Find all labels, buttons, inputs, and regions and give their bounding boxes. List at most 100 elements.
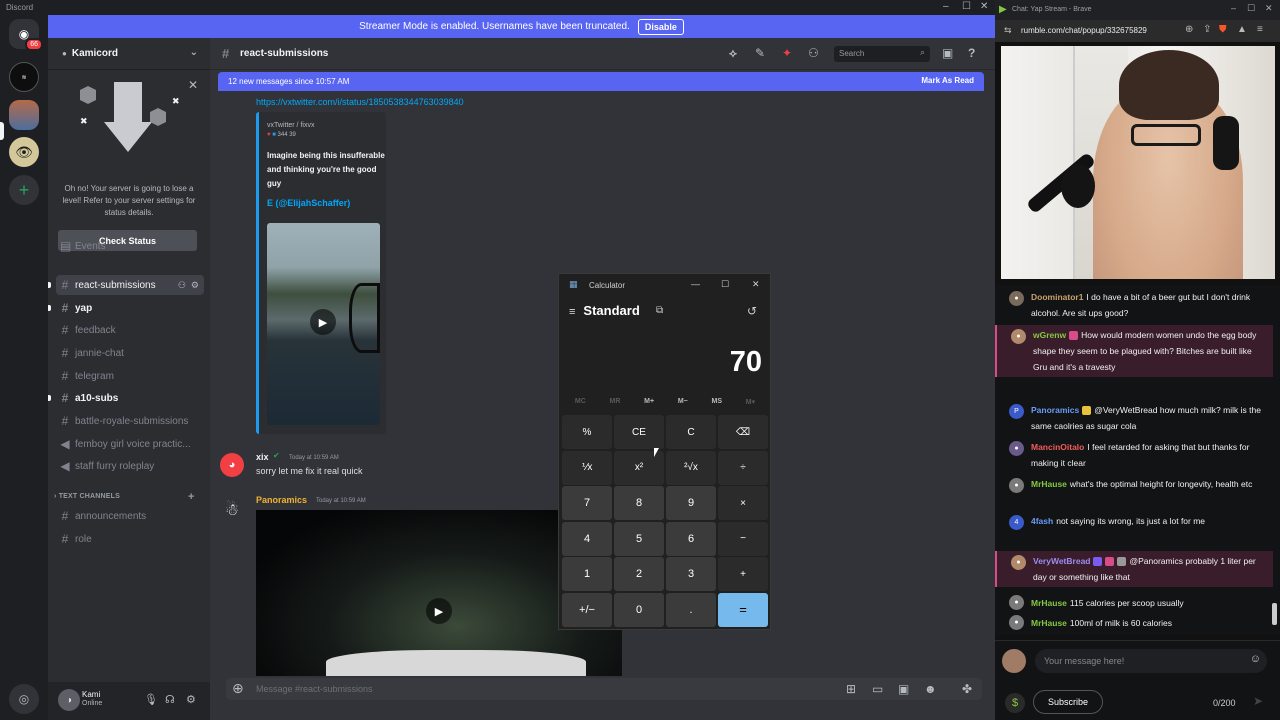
channel-react-submissions[interactable]: # react-submissions ⚇ ⚙ [56,275,204,295]
embed-handle[interactable]: E (@ElijahSchaffer) [267,198,350,208]
minimize-icon[interactable]: – [1231,3,1236,13]
avatar[interactable]: ● [1009,441,1024,456]
address-bar[interactable]: ⇆ rumble.com/chat/popup/332675829 ⊕ ⇪ ⛊ … [995,20,1280,42]
channel-feedback[interactable]: # feedback [56,320,204,340]
reciprocal-button[interactable]: ⅟x [562,450,612,485]
help-icon[interactable]: ? [968,46,975,60]
chat-username[interactable]: Doominator1 [1031,292,1083,302]
digit-5-button[interactable]: 5 [614,521,664,556]
avatar[interactable]: P [1009,404,1024,419]
memory-list-button[interactable]: M▾ [746,398,755,406]
chat-username[interactable]: MrHause [1031,479,1067,489]
settings-gear-icon[interactable]: ⚙ [186,693,196,706]
square-root-button[interactable]: ²√x [666,450,716,485]
avatar[interactable]: ● [1011,329,1026,344]
emoji-icon[interactable]: ☺ [1250,653,1261,665]
menu-icon[interactable]: ≡ [1257,24,1263,35]
maximize-icon[interactable]: ☐ [1247,3,1255,14]
channel-battle-royale[interactable]: # battle-royale-submissions [56,411,204,431]
channel-jannie-chat[interactable]: # jannie-chat [56,343,204,363]
channel-role[interactable]: # role [56,529,204,549]
sticker-icon[interactable]: ▣ [898,682,909,696]
message-author[interactable]: xix [256,452,269,462]
subtract-button[interactable]: − [718,521,768,556]
chat-username[interactable]: Panoramics [1031,405,1079,415]
avatar[interactable]: ● [1009,615,1024,630]
notification-bell-icon[interactable]: ✎ [755,46,765,60]
message-input[interactable]: ⊕ Message #react-submissions ⊞ ▭ ▣ ☻ ✤ [226,678,982,700]
channel-announcements[interactable]: # announcements [56,506,204,526]
memory-clear-button[interactable]: MC [575,398,586,406]
gear-icon[interactable]: ⚙ [191,280,199,291]
send-icon[interactable]: ➤ [1253,694,1263,708]
inbox-icon[interactable]: ▣ [942,46,953,60]
backspace-button[interactable]: ⌫ [718,415,768,449]
headphones-icon[interactable]: ☊ [165,693,175,706]
zoom-icon[interactable]: ⊕ [1185,24,1193,35]
add-member-icon[interactable]: ⚇ [178,280,186,291]
close-icon[interactable]: ✕ [752,279,760,290]
digit-6-button[interactable]: 6 [666,521,716,556]
history-icon[interactable]: ↺ [747,304,757,318]
brave-shield-icon[interactable]: ⛊ [1219,24,1227,35]
microphone-icon[interactable]: 🎙 [144,693,158,706]
voice-channel-staff[interactable]: ◀ staff furry roleplay [56,456,204,476]
create-channel-icon[interactable]: + [188,491,195,503]
gift-icon[interactable]: ⊞ [846,682,856,696]
chat-username[interactable]: MancinOitalo [1031,442,1084,452]
apps-icon[interactable]: ✤ [962,682,972,696]
clear-entry-button[interactable]: CE [614,415,664,449]
digit-3-button[interactable]: 3 [666,557,716,591]
close-icon[interactable]: ✕ [1265,3,1273,14]
add-button[interactable]: + [718,557,768,591]
digit-4-button[interactable]: 4 [562,521,612,556]
digit-1-button[interactable]: 1 [562,557,612,591]
play-icon[interactable]: ▶ [310,309,336,335]
memory-store-button[interactable]: MS [712,398,723,406]
digit-8-button[interactable]: 8 [614,486,664,520]
clear-button[interactable]: C [666,415,716,449]
chat-scrollbar[interactable] [1272,603,1277,625]
pin-icon[interactable]: ✦ [782,46,792,60]
channel-a10-subs[interactable]: # a10-subs [56,388,204,408]
server-icon-kamicord[interactable] [9,100,39,130]
memory-add-button[interactable]: M+ [644,398,654,406]
add-server-icon[interactable]: + [9,175,39,205]
avatar[interactable]: ◕ [220,453,244,477]
server-icon-eye[interactable]: 👁 [9,137,39,167]
hamburger-icon[interactable]: ≡ [569,306,575,318]
channel-yap[interactable]: # yap [56,298,204,318]
url-text[interactable]: rumble.com/chat/popup/332675829 [1021,26,1147,35]
avatar[interactable]: ● [1009,478,1024,493]
embed-video[interactable]: ▶ [267,223,380,425]
mark-as-read-button[interactable]: Mark As Read [921,76,974,85]
close-icon[interactable]: ✕ [980,1,988,12]
multiply-button[interactable]: × [718,486,768,520]
negate-button[interactable]: +/− [562,592,612,627]
digit-0-button[interactable]: 0 [614,592,664,627]
server-icon-1[interactable]: ≋ [9,62,39,92]
subscribe-button[interactable]: Subscribe [1033,690,1103,714]
new-messages-bar[interactable]: 12 new messages since 10:57 AM Mark As R… [218,72,984,91]
equals-button[interactable]: = [718,592,768,627]
chat-username[interactable]: MrHause [1031,598,1067,608]
maximize-icon[interactable]: ☐ [721,279,729,290]
voice-channel-femboy[interactable]: ◀ femboy girl voice practic... [56,434,204,454]
digit-2-button[interactable]: 2 [614,557,664,591]
server-header[interactable]: ● Kamicord ⌄ [48,38,210,70]
avatar[interactable]: ☃ [220,498,244,522]
emoji-icon[interactable]: ☻ [924,682,937,696]
decimal-button[interactable]: . [666,592,716,627]
rant-dollar-icon[interactable]: $ [1005,693,1025,713]
members-icon[interactable]: ⚇ [808,46,819,60]
minimize-icon[interactable]: — [691,279,700,289]
channel-telegram[interactable]: # telegram [56,366,204,386]
memory-subtract-button[interactable]: M− [678,398,688,406]
maximize-icon[interactable]: ☐ [962,1,971,12]
avatar[interactable]: ◑ [58,689,80,711]
share-icon[interactable]: ⇪ [1203,24,1211,35]
chat-username[interactable]: wGrenw [1033,330,1066,340]
chat-username[interactable]: VeryWetBread [1033,556,1090,566]
digit-7-button[interactable]: 7 [562,486,612,520]
discord-home-icon[interactable]: ◉ 66 [9,19,43,51]
